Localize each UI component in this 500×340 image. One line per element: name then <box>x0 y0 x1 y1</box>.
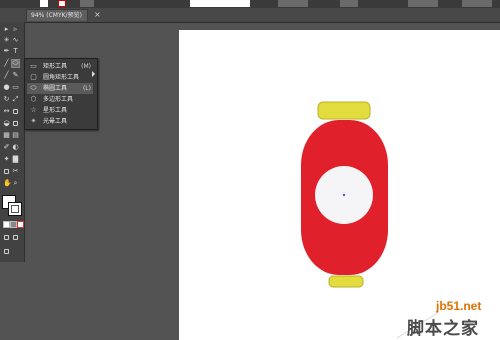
watermark-name: 脚本之家 <box>407 319 479 339</box>
lantern-bottom-cap[interactable] <box>328 275 364 288</box>
lantern-artwork <box>301 101 388 288</box>
center-anchor-point <box>342 193 346 197</box>
watermark-url: jb51.net <box>436 299 482 313</box>
lantern-top-cap[interactable] <box>317 101 371 120</box>
